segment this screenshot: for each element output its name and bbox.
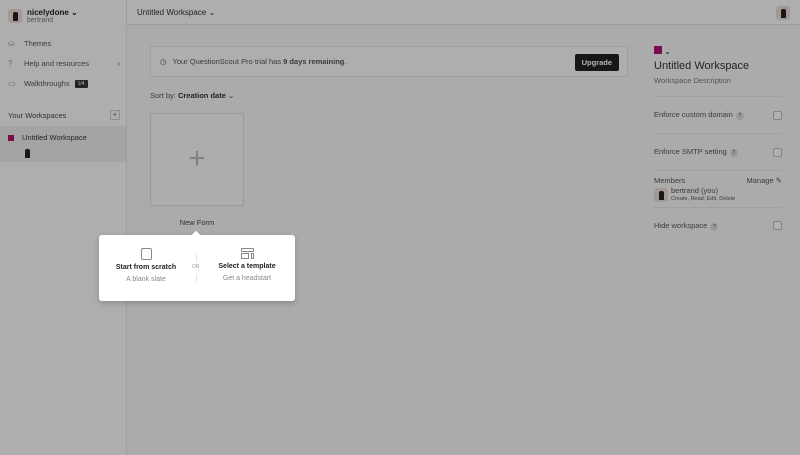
option-subtitle: Get a headstart xyxy=(222,275,272,282)
new-form-popup: Start from scratch A blank slate OR Sele… xyxy=(99,235,295,301)
or-divider: OR xyxy=(192,264,200,270)
option-title: Start from scratch xyxy=(115,264,177,271)
start-from-scratch-option[interactable]: Start from scratch A blank slate xyxy=(101,235,191,301)
select-template-option[interactable]: Select a template Get a headstart xyxy=(202,235,292,301)
modal-overlay[interactable] xyxy=(0,0,800,455)
blank-page-icon xyxy=(140,248,152,260)
template-icon xyxy=(240,248,254,259)
option-subtitle: A blank slate xyxy=(126,276,166,283)
option-title: Select a template xyxy=(218,263,276,270)
